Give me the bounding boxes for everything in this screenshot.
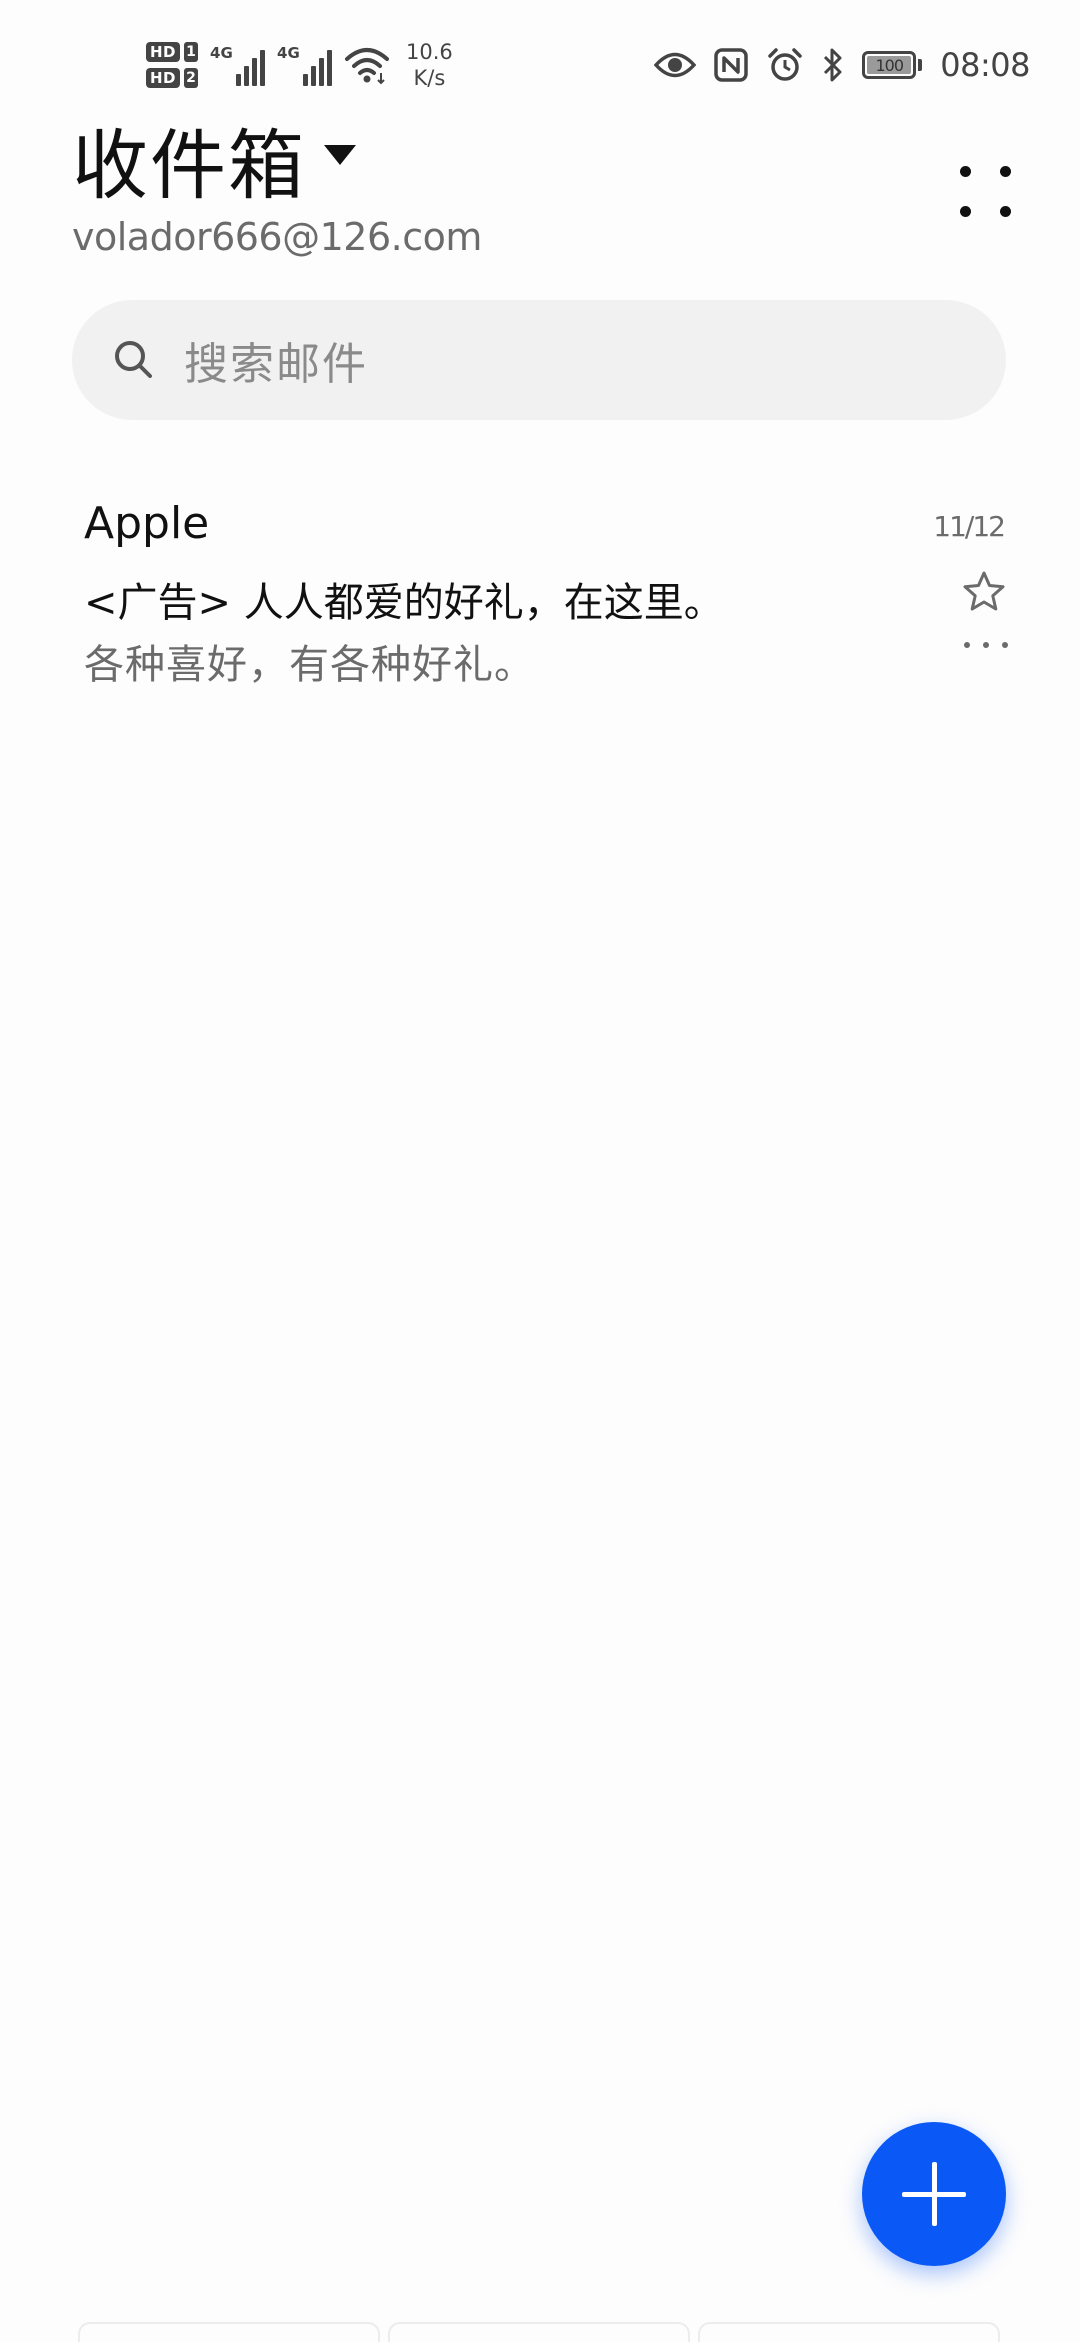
mail-subject: <广告> 人人都爱的好礼，在这里。 bbox=[84, 580, 724, 626]
status-bar-right: 100 08:08 bbox=[654, 40, 1030, 90]
eye-comfort-icon bbox=[654, 52, 697, 78]
account-email: volador666@126.com bbox=[72, 215, 482, 259]
bluetooth-icon bbox=[824, 48, 842, 82]
battery-icon: 100 bbox=[862, 51, 923, 79]
network-speed-value: 10.6 bbox=[406, 40, 453, 64]
sim2-hd-label: HD bbox=[146, 68, 181, 88]
network-speed-unit: K/s bbox=[413, 66, 446, 90]
sim2-hd-badge: HD 2 bbox=[146, 68, 199, 88]
mail-date: 11/12 bbox=[933, 510, 1006, 543]
more-menu-icon[interactable] bbox=[960, 166, 1016, 222]
folder-dropdown-icon[interactable] bbox=[324, 145, 356, 165]
wifi-icon bbox=[345, 48, 390, 85]
bottom-tab-strip bbox=[0, 2316, 1080, 2342]
bottom-tab-3[interactable] bbox=[698, 2322, 1000, 2342]
network-speed: 10.6 K/s bbox=[406, 39, 453, 91]
sim1-network-label: 4G bbox=[210, 44, 233, 62]
bottom-tab-2[interactable] bbox=[388, 2322, 690, 2342]
search-input[interactable]: 搜索邮件 bbox=[72, 300, 1006, 420]
mail-list-item[interactable]: Apple 11/12 <广告> 人人都爱的好礼，在这里。 各种喜好，有各种好礼… bbox=[0, 480, 1080, 710]
battery-level: 100 bbox=[867, 56, 912, 75]
nfc-icon bbox=[714, 48, 749, 82]
sim1-index: 1 bbox=[184, 42, 199, 62]
sim1-signal-icon: 4G bbox=[210, 44, 266, 86]
compose-button[interactable] bbox=[862, 2122, 1006, 2266]
search-icon bbox=[115, 341, 152, 378]
star-icon[interactable] bbox=[960, 568, 1008, 616]
sim2-index: 2 bbox=[184, 68, 199, 88]
status-bar: HD 1 HD 2 4G 4G 10.6 K/s 100 08:08 bbox=[0, 0, 1080, 120]
sim1-hd-badge: HD 1 bbox=[146, 42, 199, 62]
bottom-tab-1[interactable] bbox=[78, 2322, 380, 2342]
status-time: 08:08 bbox=[940, 46, 1030, 84]
page-title: 收件箱 bbox=[72, 121, 306, 210]
alarm-icon bbox=[768, 48, 803, 81]
sim-status: HD 1 HD 2 bbox=[146, 42, 199, 88]
mail-preview: 各种喜好，有各种好礼。 bbox=[84, 642, 535, 688]
mailbox-title-row[interactable]: 收件箱 bbox=[72, 118, 356, 214]
mail-more-options-icon[interactable] bbox=[964, 630, 1008, 660]
sim2-network-label: 4G bbox=[277, 44, 300, 62]
status-bar-left: HD 1 HD 2 4G 4G 10.6 K/s bbox=[146, 30, 453, 100]
sim2-signal-icon: 4G bbox=[277, 44, 333, 86]
sim1-hd-label: HD bbox=[146, 42, 181, 62]
mail-sender: Apple bbox=[84, 498, 210, 549]
search-placeholder: 搜索邮件 bbox=[184, 339, 368, 390]
